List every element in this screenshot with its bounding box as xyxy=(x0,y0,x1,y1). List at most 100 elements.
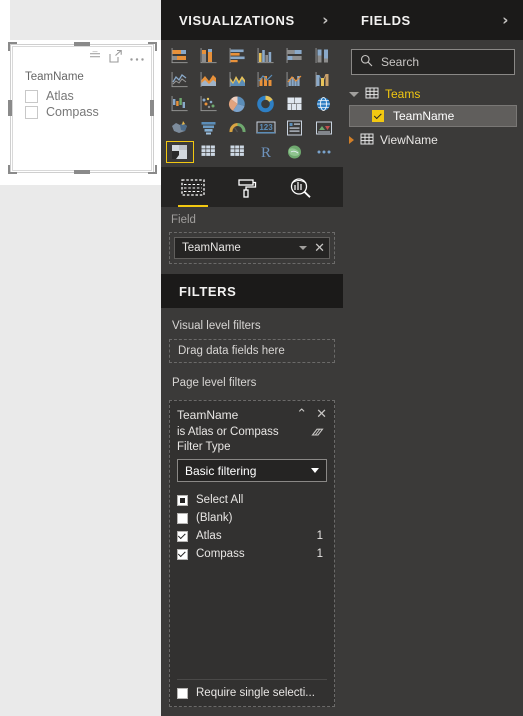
filter-item-compass[interactable]: Compass 1 xyxy=(177,545,327,563)
viz-icon-kpi-visual[interactable] xyxy=(310,117,338,139)
viz-icon-ribbon-chart[interactable] xyxy=(310,69,338,91)
power-bi-report-editor: TeamName Atlas Compass VISUALIZATIONS › xyxy=(0,0,523,716)
resize-handle-bottom-right[interactable] xyxy=(148,165,157,174)
viz-icon-100-stacked-column-chart[interactable] xyxy=(310,45,338,67)
visualizations-body: 123 R xyxy=(161,40,343,167)
visualization-type-grid: 123 R xyxy=(161,40,343,167)
slicer-visual-teamname[interactable]: TeamName Atlas Compass xyxy=(12,46,152,171)
resize-handle-bottom[interactable] xyxy=(74,170,90,174)
resize-handle-right[interactable] xyxy=(150,100,154,116)
viz-icon-waterfall-chart[interactable] xyxy=(166,93,194,115)
viz-icon-stacked-area-chart[interactable] xyxy=(224,69,252,91)
filter-sort-icon[interactable] xyxy=(88,50,102,66)
viz-icon-table-visual[interactable] xyxy=(195,141,223,163)
viz-icon-arcgis-map-visual[interactable] xyxy=(281,141,309,163)
fields-title: FIELDS xyxy=(361,12,411,28)
table-icon xyxy=(365,87,379,102)
filters-title: FILTERS xyxy=(179,283,237,299)
canvas-left-strip xyxy=(0,0,10,40)
viz-icon-line-and-stacked-column-chart[interactable] xyxy=(253,69,281,91)
tab-format[interactable] xyxy=(229,171,265,207)
checkbox-unchecked[interactable] xyxy=(177,512,188,524)
checkbox-checked[interactable] xyxy=(372,110,384,122)
viz-icon-funnel-chart[interactable] xyxy=(195,117,223,139)
checkbox-checked[interactable] xyxy=(177,548,188,560)
slicer-item-label: Atlas xyxy=(46,89,74,103)
visual-level-filters-title: Visual level filters xyxy=(172,320,261,332)
field-well-dropzone[interactable]: TeamName ✕ xyxy=(169,232,335,264)
viz-icon-clustered-column-chart[interactable] xyxy=(253,45,281,67)
tab-fields[interactable] xyxy=(175,171,211,207)
slicer-checkbox[interactable] xyxy=(25,105,38,119)
field-chip-teamname[interactable]: TeamName ✕ xyxy=(174,237,330,259)
viz-icon-100-stacked-bar-chart[interactable] xyxy=(281,45,309,67)
more-options-icon[interactable] xyxy=(129,51,145,65)
viz-icon-card-visual[interactable]: 123 xyxy=(253,117,281,139)
focus-mode-icon[interactable] xyxy=(109,49,122,66)
require-single-selection-row[interactable]: Require single selecti... xyxy=(177,679,327,706)
chevron-right-icon[interactable]: › xyxy=(502,12,509,28)
viz-icon-more-visuals[interactable] xyxy=(310,141,338,163)
viz-icon-area-chart[interactable] xyxy=(195,69,223,91)
chevron-down-icon[interactable] xyxy=(311,468,319,473)
tree-table-viewname[interactable]: ViewName xyxy=(343,129,523,151)
checkbox-partial[interactable] xyxy=(177,494,188,506)
viz-icon-treemap-chart[interactable] xyxy=(281,93,309,115)
filter-item-select-all[interactable]: Select All xyxy=(177,491,327,509)
close-icon[interactable]: ✕ xyxy=(316,408,327,421)
canvas-lower-area xyxy=(0,185,161,716)
viz-icon-scatter-chart[interactable] xyxy=(195,93,223,115)
viz-icon-stacked-column-chart[interactable] xyxy=(195,45,223,67)
chevron-right-icon[interactable]: › xyxy=(322,12,329,28)
svg-text:R: R xyxy=(261,145,271,161)
viz-icon-line-and-clustered-column-chart[interactable] xyxy=(281,69,309,91)
tree-table-teams[interactable]: Teams xyxy=(343,83,523,105)
filter-item-blank[interactable]: (Blank) xyxy=(177,509,327,527)
checkbox-checked[interactable] xyxy=(177,530,188,542)
filter-item-atlas[interactable]: Atlas 1 xyxy=(177,527,327,545)
triangle-right-icon[interactable] xyxy=(349,136,354,144)
viz-icon-stacked-bar-chart[interactable] xyxy=(166,45,194,67)
slicer-item-label: Compass xyxy=(46,105,99,119)
eraser-icon[interactable] xyxy=(311,425,327,441)
field-chip-label: TeamName xyxy=(182,242,241,254)
viz-icon-matrix-visual[interactable] xyxy=(224,141,252,163)
search-wrapper: Search xyxy=(343,42,523,81)
table-icon xyxy=(360,133,374,148)
viz-icon-line-chart[interactable] xyxy=(166,69,194,91)
visualizations-pane: VISUALIZATIONS › 123 R Field TeamName ✕ … xyxy=(161,0,343,716)
filter-item-label: Compass xyxy=(196,548,245,560)
resize-handle-bottom-left[interactable] xyxy=(8,165,17,174)
slicer-checkbox[interactable] xyxy=(25,89,38,103)
resize-handle-top-right[interactable] xyxy=(148,42,157,51)
search-input[interactable]: Search xyxy=(351,49,515,75)
resize-handle-left[interactable] xyxy=(8,100,12,116)
tab-analytics[interactable] xyxy=(283,171,319,207)
search-icon xyxy=(360,54,373,70)
fields-pane: FIELDS › Search Teams TeamName ViewName xyxy=(343,0,523,716)
chevron-down-icon[interactable] xyxy=(299,246,308,250)
field-item-teamname[interactable]: TeamName xyxy=(349,105,517,127)
visualizations-header: VISUALIZATIONS › xyxy=(161,0,343,40)
viz-icon-gauge-chart[interactable] xyxy=(224,117,252,139)
resize-handle-top-left[interactable] xyxy=(8,42,17,51)
viz-icon-slicer-visual[interactable] xyxy=(166,141,194,163)
slicer-item[interactable]: Atlas xyxy=(13,88,151,104)
resize-handle-top[interactable] xyxy=(74,42,90,46)
triangle-down-icon[interactable] xyxy=(349,91,359,97)
filters-header: FILTERS xyxy=(161,274,343,308)
viz-icon-donut-chart[interactable] xyxy=(253,93,281,115)
checkbox-unchecked[interactable] xyxy=(177,687,188,699)
visual-level-filters-dropzone[interactable]: Drag data fields here xyxy=(169,339,335,363)
remove-field-icon[interactable]: ✕ xyxy=(314,242,325,255)
filter-type-dropdown[interactable]: Basic filtering xyxy=(177,459,327,482)
filter-card-condition-row: is Atlas or Compass xyxy=(177,422,327,441)
viz-icon-filled-map-chart[interactable] xyxy=(166,117,194,139)
viz-icon-multi-row-card-visual[interactable] xyxy=(281,117,309,139)
viz-icon-map-chart[interactable] xyxy=(310,93,338,115)
chevron-up-icon[interactable]: ⌃ xyxy=(296,407,316,422)
viz-icon-pie-chart[interactable] xyxy=(224,93,252,115)
viz-icon-clustered-bar-chart[interactable] xyxy=(224,45,252,67)
slicer-item[interactable]: Compass xyxy=(13,104,151,120)
viz-icon-r-script-visual[interactable]: R xyxy=(253,141,281,163)
